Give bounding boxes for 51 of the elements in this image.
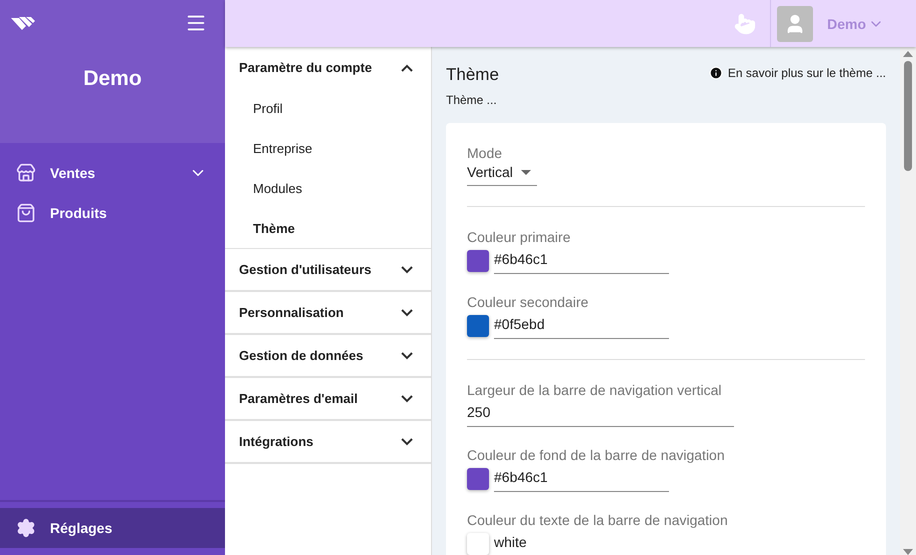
settings-item[interactable]: Entreprise <box>225 128 431 168</box>
color-swatch[interactable] <box>467 468 489 490</box>
field-label: Largeur de la barre de navigation vertical <box>467 382 722 398</box>
nav-label: Réglages <box>50 520 114 536</box>
mode-select[interactable]: Vertical <box>467 161 537 186</box>
caret-icon <box>520 170 531 174</box>
width-input[interactable]: 250 <box>467 401 734 427</box>
logo-icon <box>10 15 36 31</box>
settings-icon <box>16 518 36 538</box>
settings-item[interactable]: Modules <box>225 168 431 208</box>
nav-label: Ventes <box>50 165 96 181</box>
chevron-icon <box>401 308 413 316</box>
page-subtitle: Thème ... <box>446 93 498 107</box>
settings-item[interactable]: Profil <box>225 88 431 128</box>
avatar[interactable] <box>777 6 814 42</box>
color-input[interactable]: #6b46c1 <box>494 248 669 274</box>
settings-section[interactable]: Personnalisation <box>225 292 431 334</box>
color-input[interactable]: #6b46c1 <box>494 466 669 492</box>
nav-item[interactable]: Ventes <box>0 153 225 193</box>
settings-section[interactable]: Paramètres d'email <box>225 378 431 420</box>
help-link[interactable]: En savoir plus sur le thème ... <box>708 65 886 81</box>
chevron-icon <box>401 438 413 446</box>
settings-item[interactable]: Thème <box>225 208 431 248</box>
touch-icon[interactable] <box>734 12 756 34</box>
field-label: Mode <box>467 145 504 161</box>
field-label: Couleur de fond de la barre de navigation <box>467 447 726 463</box>
chevron-icon <box>401 352 413 360</box>
color-swatch[interactable] <box>467 250 489 272</box>
brand-title: Demo <box>82 66 143 92</box>
bag-icon <box>16 203 36 223</box>
page-title: Thème <box>446 65 499 85</box>
field-label: Couleur secondaire <box>467 294 590 310</box>
scrollbar[interactable] <box>900 47 916 555</box>
chevron-icon <box>401 64 413 72</box>
settings-section[interactable]: Gestion de données <box>225 335 431 377</box>
store-icon <box>16 163 36 183</box>
field-label: Couleur du texte de la barre de navigation <box>467 512 729 528</box>
color-input[interactable]: #0f5ebd <box>494 313 669 339</box>
chevron-icon <box>401 394 413 402</box>
field-label: Couleur primaire <box>467 229 572 245</box>
nav-item[interactable]: Réglages <box>0 508 225 548</box>
chevron-icon <box>401 266 413 274</box>
color-swatch[interactable] <box>467 533 489 555</box>
settings-section[interactable]: Intégrations <box>225 421 431 463</box>
color-input[interactable]: white <box>494 531 669 555</box>
nav-label: Produits <box>50 205 108 221</box>
color-swatch[interactable] <box>467 315 489 337</box>
info-icon <box>708 66 723 80</box>
settings-section[interactable]: Paramètre du compte <box>225 47 431 88</box>
nav-item[interactable]: Produits <box>0 193 225 233</box>
settings-section[interactable]: Gestion d'utilisateurs <box>225 249 431 291</box>
